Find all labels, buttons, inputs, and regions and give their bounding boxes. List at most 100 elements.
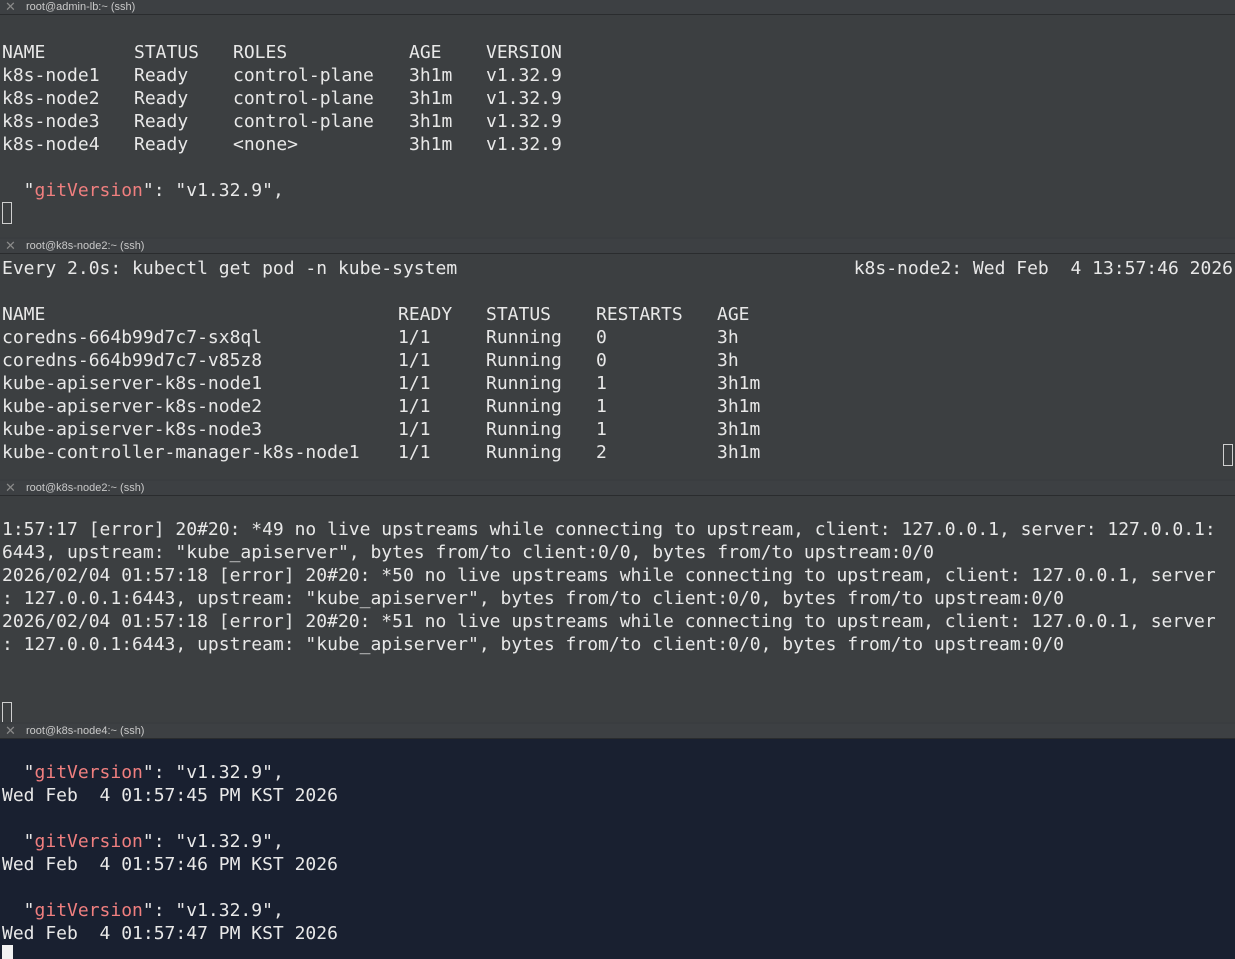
pod-ready: 1/1 bbox=[398, 350, 431, 371]
git-version-line: "gitVersion": "v1.32.9", bbox=[2, 180, 284, 201]
log-line: 2026/02/04 01:57:18 [error] 20#20: *50 n… bbox=[2, 565, 1216, 586]
node-status: Ready bbox=[134, 111, 189, 132]
cursor bbox=[2, 945, 13, 959]
node-version: v1.32.9 bbox=[486, 88, 562, 109]
git-version-value: : "v1.32.9", bbox=[153, 180, 284, 201]
pod-name: coredns-664b99d7c7-v85z8 bbox=[2, 350, 263, 371]
table-header: NAME bbox=[2, 41, 45, 64]
node-name: k8s-node2 bbox=[2, 88, 100, 109]
pod-status: Running bbox=[486, 327, 562, 348]
date-line: Wed Feb 4 01:57:46 PM KST 2026 bbox=[2, 854, 338, 875]
pane-title-bar[interactable]: ✕ root@admin-lb:~ (ssh) bbox=[0, 0, 1235, 15]
git-version-line: "gitVersion": "v1.32.9", bbox=[2, 831, 284, 852]
pod-ready: 1/1 bbox=[398, 396, 431, 417]
pod-ready: 1/1 bbox=[398, 327, 431, 348]
node-age: 3h1m bbox=[409, 88, 453, 109]
col-ready: READY bbox=[398, 304, 453, 325]
pod-age: 3h1m bbox=[717, 373, 761, 394]
pod-status: Running bbox=[486, 419, 562, 440]
col-age: AGE bbox=[717, 304, 750, 325]
pod-age: 3h bbox=[717, 327, 739, 348]
node-version: v1.32.9 bbox=[486, 134, 562, 155]
node-roles: control-plane bbox=[233, 111, 374, 132]
pane-title: root@k8s-node4:~ (ssh) bbox=[26, 725, 145, 737]
pane-title: root@k8s-node2:~ (ssh) bbox=[26, 482, 145, 494]
pod-age: 3h1m bbox=[717, 442, 761, 463]
pod-status: Running bbox=[486, 350, 562, 371]
pod-name: kube-apiserver-k8s-node2 bbox=[2, 396, 263, 417]
col-name: NAME bbox=[2, 42, 46, 63]
pod-age: 3h bbox=[717, 350, 739, 371]
close-icon[interactable]: ✕ bbox=[5, 481, 17, 495]
terminal-output[interactable]: 1:57:17 [error] 20#20: *49 no live upstr… bbox=[0, 496, 1235, 722]
date-line: Wed Feb 4 01:57:45 PM KST 2026 bbox=[2, 785, 338, 806]
date-line: Wed Feb 4 01:57:47 PM KST 2026 bbox=[2, 923, 338, 944]
node-version: v1.32.9 bbox=[486, 111, 562, 132]
terminal-output[interactable]: NAME STATUS ROLES AGE VERSION k8s-node1 … bbox=[0, 15, 1235, 237]
terminal-pane-k8s-node4[interactable]: ✕ root@k8s-node4:~ (ssh) "gitVersion": "… bbox=[0, 724, 1235, 959]
pod-name: kube-apiserver-k8s-node3 bbox=[2, 419, 263, 440]
git-version-value: : "v1.32.9", bbox=[153, 900, 284, 921]
pod-restarts: 0 bbox=[596, 327, 607, 348]
col-restarts: RESTARTS bbox=[596, 304, 683, 325]
git-version-line: "gitVersion": "v1.32.9", bbox=[2, 762, 284, 783]
watch-host-time: k8s-node2: Wed Feb 4 13:57:46 2026 bbox=[853, 258, 1233, 279]
pod-name: coredns-664b99d7c7-sx8ql bbox=[2, 327, 263, 348]
cursor bbox=[1223, 444, 1233, 466]
col-name: NAME bbox=[2, 304, 46, 325]
log-line: : 127.0.0.1:6443, upstream: "kube_apiser… bbox=[2, 588, 1065, 609]
pod-status: Running bbox=[486, 442, 562, 463]
node-status: Ready bbox=[134, 134, 189, 155]
git-version-value: : "v1.32.9", bbox=[153, 831, 284, 852]
node-roles: control-plane bbox=[233, 88, 374, 109]
node-roles: control-plane bbox=[233, 65, 374, 86]
watch-command: Every 2.0s: kubectl get pod -n kube-syst… bbox=[2, 258, 458, 279]
close-icon[interactable]: ✕ bbox=[5, 724, 17, 738]
pane-title: root@k8s-node2:~ (ssh) bbox=[26, 240, 145, 252]
git-version-key: gitVersion bbox=[34, 180, 143, 201]
node-status: Ready bbox=[134, 65, 189, 86]
git-version-key: gitVersion bbox=[34, 831, 143, 852]
close-icon[interactable]: ✕ bbox=[5, 239, 17, 253]
git-version-key: gitVersion bbox=[34, 762, 143, 783]
log-line: 6443, upstream: "kube_apiserver", bytes … bbox=[2, 542, 934, 563]
pod-age: 3h1m bbox=[717, 396, 761, 417]
git-version-line: "gitVersion": "v1.32.9", bbox=[2, 900, 284, 921]
log-line: 2026/02/04 01:57:18 [error] 20#20: *51 n… bbox=[2, 611, 1216, 632]
node-version: v1.32.9 bbox=[486, 65, 562, 86]
terminal-pane-admin-lb[interactable]: ✕ root@admin-lb:~ (ssh) NAME STATUS ROLE… bbox=[0, 0, 1235, 237]
col-status: STATUS bbox=[486, 304, 552, 325]
cursor bbox=[2, 202, 12, 224]
node-name: k8s-node3 bbox=[2, 111, 100, 132]
pod-restarts: 1 bbox=[596, 373, 607, 394]
log-line: 1:57:17 [error] 20#20: *49 no live upstr… bbox=[2, 519, 1216, 540]
terminal-output[interactable]: "gitVersion": "v1.32.9", Wed Feb 4 01:57… bbox=[0, 739, 1235, 959]
pod-status: Running bbox=[486, 396, 562, 417]
node-roles: <none> bbox=[233, 134, 299, 155]
terminal-pane-k8s-node2-watch[interactable]: ✕ root@k8s-node2:~ (ssh) Every 2.0s: kub… bbox=[0, 239, 1235, 479]
node-age: 3h1m bbox=[409, 111, 453, 132]
pod-ready: 1/1 bbox=[398, 373, 431, 394]
pod-status: Running bbox=[486, 373, 562, 394]
pod-name: kube-controller-manager-k8s-node1 bbox=[2, 442, 360, 463]
terminal-output[interactable]: Every 2.0s: kubectl get pod -n kube-syst… bbox=[0, 254, 1235, 479]
log-line: : 127.0.0.1:6443, upstream: "kube_apiser… bbox=[2, 634, 1065, 655]
pod-restarts: 1 bbox=[596, 396, 607, 417]
terminal-pane-k8s-node2-logs[interactable]: ✕ root@k8s-node2:~ (ssh) 1:57:17 [error]… bbox=[0, 481, 1235, 722]
pod-age: 3h1m bbox=[717, 419, 761, 440]
pod-restarts: 0 bbox=[596, 350, 607, 371]
pod-restarts: 2 bbox=[596, 442, 607, 463]
close-icon[interactable]: ✕ bbox=[5, 0, 17, 14]
pane-title-bar[interactable]: ✕ root@k8s-node4:~ (ssh) bbox=[0, 724, 1235, 739]
col-age: AGE bbox=[409, 42, 442, 63]
node-name: k8s-node4 bbox=[2, 134, 100, 155]
node-status: Ready bbox=[134, 88, 189, 109]
pod-restarts: 1 bbox=[596, 419, 607, 440]
git-version-key: gitVersion bbox=[34, 900, 143, 921]
pod-ready: 1/1 bbox=[398, 419, 431, 440]
col-roles: ROLES bbox=[233, 42, 288, 63]
col-status: STATUS bbox=[134, 42, 200, 63]
node-age: 3h1m bbox=[409, 134, 453, 155]
pane-title-bar[interactable]: ✕ root@k8s-node2:~ (ssh) bbox=[0, 481, 1235, 496]
pane-title-bar[interactable]: ✕ root@k8s-node2:~ (ssh) bbox=[0, 239, 1235, 254]
